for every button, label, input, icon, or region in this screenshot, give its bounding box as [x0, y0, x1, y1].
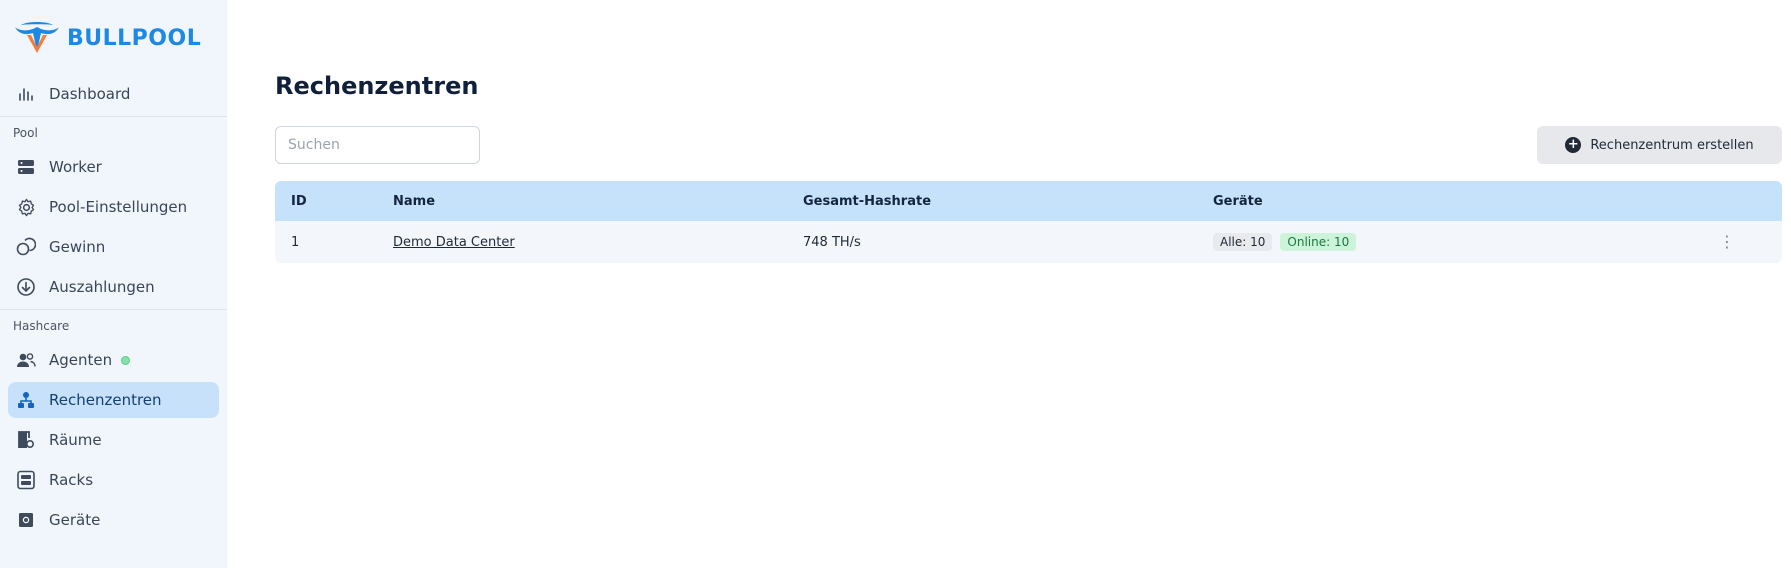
sidebar-item-label: Rechenzentren	[49, 391, 162, 409]
table-header: ID Name Gesamt-Hashrate Geräte	[275, 181, 1782, 221]
sidebar-item-agenten[interactable]: Agenten	[8, 342, 219, 378]
sidebar-item-label: Geräte	[49, 511, 101, 529]
devices-online-badge: Online: 10	[1280, 233, 1357, 251]
datacenter-name-link[interactable]: Demo Data Center	[393, 235, 515, 250]
devices-all-badge: Alle: 10	[1213, 233, 1273, 251]
sidebar-item-dashboard[interactable]: Dashboard	[8, 76, 219, 112]
sidebar-item-rechenzentren[interactable]: Rechenzentren	[8, 382, 219, 418]
hierarchy-icon	[16, 390, 36, 410]
sidebar-item-gewinn[interactable]: Gewinn	[8, 229, 219, 265]
column-header-devices[interactable]: Geräte	[1213, 194, 1672, 209]
sidebar-item-label: Racks	[49, 471, 94, 489]
divider	[0, 309, 227, 310]
users-icon	[16, 350, 36, 370]
bar-chart-icon	[16, 84, 36, 104]
table-row: 1 Demo Data Center 748 TH/s Alle: 10 Onl…	[275, 221, 1782, 263]
section-label-hashcare: Hashcare	[13, 319, 70, 333]
rack-icon	[16, 470, 36, 490]
sidebar-item-label: Pool-Einstellungen	[49, 198, 188, 216]
download-circle-icon	[16, 277, 36, 297]
cell-hashrate: 748 TH/s	[803, 234, 861, 250]
plus-circle-icon: +	[1565, 137, 1582, 153]
page-title: Rechenzentren	[275, 72, 479, 100]
column-header-name[interactable]: Name	[393, 194, 803, 209]
brand-name: BULLPOOL	[67, 25, 202, 51]
column-header-hashrate[interactable]: Gesamt-Hashrate	[803, 194, 1213, 209]
sidebar-item-auszahlungen[interactable]: Auszahlungen	[8, 269, 219, 305]
create-datacenter-label: Rechenzentrum erstellen	[1590, 137, 1754, 153]
section-label-pool: Pool	[13, 126, 38, 140]
datacenter-table: ID Name Gesamt-Hashrate Geräte 1 Demo Da…	[275, 181, 1782, 263]
sidebar-item-geraete[interactable]: Geräte	[8, 502, 219, 538]
chip-icon	[16, 510, 36, 530]
cell-id: 1	[291, 234, 300, 250]
server-icon	[16, 157, 36, 177]
sidebar-item-label: Dashboard	[49, 85, 131, 103]
sidebar: BULLPOOL Dashboard Pool Worker Pool-Eins…	[0, 0, 227, 568]
cell-devices: Alle: 10 Online: 10	[1213, 233, 1672, 251]
cell-name: Demo Data Center	[393, 235, 803, 250]
sidebar-item-label: Agenten	[49, 351, 113, 369]
main-content: Rechenzentren + Rechenzentrum erstellen …	[227, 0, 1791, 568]
sidebar-item-label: Worker	[49, 158, 102, 176]
search-input[interactable]	[275, 126, 480, 164]
create-datacenter-button[interactable]: + Rechenzentrum erstellen	[1537, 126, 1782, 164]
coins-icon	[16, 237, 36, 257]
online-status-dot	[121, 355, 131, 365]
sidebar-item-label: Räume	[49, 431, 102, 449]
bull-horns-logo-icon	[13, 21, 61, 55]
sidebar-item-racks[interactable]: Racks	[8, 462, 219, 498]
divider	[0, 116, 227, 117]
sidebar-item-label: Gewinn	[49, 238, 106, 256]
room-gear-icon	[16, 430, 36, 450]
sidebar-item-worker[interactable]: Worker	[8, 149, 219, 185]
sidebar-item-pool-einstellungen[interactable]: Pool-Einstellungen	[8, 189, 219, 225]
sidebar-item-label: Auszahlungen	[49, 278, 155, 296]
brand-logo[interactable]: BULLPOOL	[8, 0, 219, 76]
more-vertical-icon[interactable]: ⋮	[1719, 234, 1735, 250]
sidebar-item-raeume[interactable]: Räume	[8, 422, 219, 458]
gear-icon	[16, 197, 36, 217]
cell-actions: ⋮	[1672, 234, 1782, 250]
column-header-id[interactable]: ID	[275, 194, 393, 209]
